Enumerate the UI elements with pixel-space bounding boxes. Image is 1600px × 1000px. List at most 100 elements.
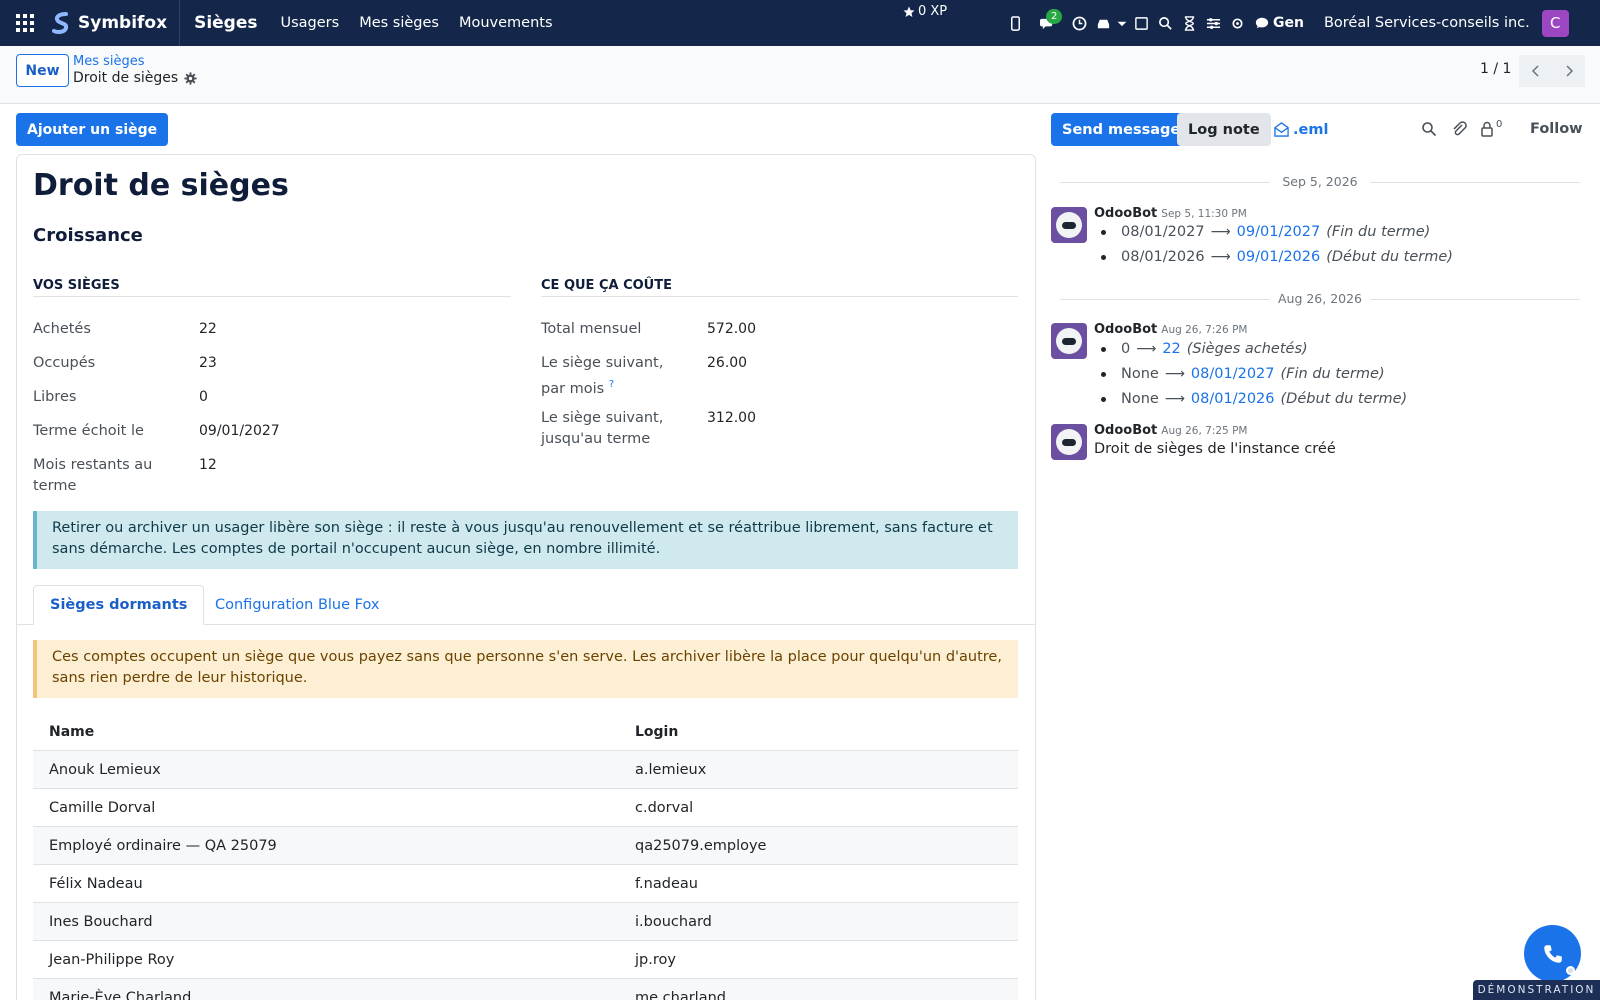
date-separator: Aug 26, 2026 [1060,291,1580,306]
mobile-icon[interactable] [1003,0,1027,46]
activity-clock-icon[interactable] [1067,0,1091,46]
table-row[interactable]: Jean-Philippe Roy jp.roy [33,941,1018,979]
eml-button[interactable]: .eml [1268,113,1334,146]
field-value-siege-par-mois: 26.00 [707,355,748,371]
cell-name: Employé ordinaire — QA 25079 [49,837,277,854]
chat-bubble-icon [1255,17,1269,29]
gear-icon[interactable] [184,71,197,85]
field-label-terme: Terme échoit le [33,423,144,439]
menu-item-mes-sieges[interactable]: Mes sièges [349,0,449,46]
cell-login: a.lemieux [635,761,707,778]
tracking-line: 0 ⟶ 22 (Sièges achetés) [1101,341,1308,357]
tracking-old: 08/01/2027 [1121,224,1205,240]
group-heading-cost: CE QUE ÇA COÛTE [541,278,1018,297]
table-row[interactable]: Ines Bouchard i.bouchard [33,903,1018,941]
menu-item-usagers[interactable]: Usagers [271,0,350,46]
breadcrumb-current: Droit de sièges [73,70,197,86]
arrow-right-icon: ⟶ [1210,224,1231,240]
xp-indicator[interactable]: 0 XP [903,4,947,19]
field-value-achetes: 22 [199,321,217,337]
tab-sieges-dormants[interactable]: Sièges dormants [33,585,205,625]
tracking-field: (Début du terme) [1326,249,1453,265]
chevron-left-icon [1531,65,1539,77]
tracking-field: (Fin du terme) [1280,366,1385,382]
table-row[interactable]: Employé ordinaire — QA 25079 qa25079.empl… [33,827,1018,865]
menu-item-mouvements[interactable]: Mouvements [449,0,563,46]
gen-label: Gen [1273,15,1304,31]
notebook-tabs: Sièges dormants Configuration Blue Fox [16,585,1036,625]
field-label-siege-jusquau-terme: Le siège suivant, jusqu'au terme [541,410,664,447]
message-author: OdooBot Aug 26, 7:25 PM [1094,423,1247,438]
cell-name: Camille Dorval [49,799,156,816]
tab-configuration-blue-fox[interactable]: Configuration Blue Fox [199,585,395,625]
user-avatar[interactable]: C [1541,9,1569,37]
status-dot [1566,966,1575,975]
table-row[interactable]: Marie-Ève Charland me.charland [33,979,1018,1000]
table-row[interactable]: Anouk Lemieux a.lemieux [33,751,1018,789]
hourglass-icon[interactable] [1177,0,1201,46]
brand[interactable]: Symbifox [50,0,181,46]
tracking-line: 08/01/2027 ⟶ 09/01/2027 (Fin du terme) [1101,224,1430,240]
top-navbar: Symbifox Sièges Usagers Mes sièges Mouve… [0,0,1600,46]
warning-alert: Ces comptes occupent un siège que vous p… [33,640,1018,698]
column-header-login[interactable]: Login [635,724,1018,740]
help-tooltip-icon[interactable]: ? [609,379,614,390]
cell-login: f.nadeau [635,875,698,892]
company-switcher[interactable]: Boréal Services-conseils inc. [1314,15,1542,31]
tracking-old: 0 [1121,341,1131,357]
gen-button[interactable]: Gen [1249,15,1314,31]
pager-previous-button[interactable] [1519,55,1552,87]
tracking-old: None [1121,391,1159,407]
search-messages-icon[interactable] [1418,118,1440,140]
systray: 2 Gen Boréal Services-conseils inc. C [1003,0,1569,46]
tracking-new: 09/01/2026 [1236,249,1321,265]
xp-value: 0 XP [918,4,948,19]
table-row[interactable]: Félix Nadeau f.nadeau [33,865,1018,903]
tracking-field: (Début du terme) [1280,391,1408,407]
demo-ribbon: DÉMONSTRATION [1473,980,1600,1000]
add-seat-button[interactable]: Ajouter un siège [16,113,169,146]
message-author: OdooBot Aug 26, 7:26 PM [1094,322,1247,337]
column-header-name[interactable]: Name [33,724,635,740]
paperclip-icon[interactable] [1448,118,1470,140]
follow-button[interactable]: Follow [1530,121,1583,137]
send-message-button[interactable]: Send message [1051,113,1192,146]
avatar [1051,424,1087,460]
message-time: Sep 5, 11:30 PM [1161,208,1247,220]
new-button[interactable]: New [16,54,69,87]
message-time: Aug 26, 7:26 PM [1161,324,1248,336]
table-body: Anouk Lemieux a.lemieux Camille Dorval c.d… [33,751,1018,1000]
field-value-siege-jusquau-terme: 312.00 [707,410,756,426]
settings-icon[interactable] [1225,0,1249,46]
author-name: OdooBot [1094,322,1158,337]
record-subtitle: Croissance [33,225,143,246]
table-row[interactable]: Camille Dorval c.dorval [33,789,1018,827]
symbifox-logo-icon [52,12,69,34]
note-icon[interactable] [1129,0,1153,46]
arrow-right-icon: ⟶ [1210,249,1231,265]
phone-icon [1543,944,1562,963]
group-heading-seats: VOS SIÈGES [33,278,511,297]
field-value-total-mensuel: 572.00 [707,321,756,337]
search-icon[interactable] [1153,0,1177,46]
sliders-icon[interactable] [1201,0,1225,46]
log-note-button[interactable]: Log note [1177,113,1271,146]
app-name[interactable]: Sièges [180,13,270,33]
table-header: Name Login [33,713,1018,751]
pager-next-button[interactable] [1552,55,1585,87]
apps-menu-icon[interactable] [0,0,50,46]
breadcrumb-parent[interactable]: Mes sièges [73,54,145,69]
messaging-icon[interactable]: 2 [1027,0,1067,46]
lock-icon[interactable] [1476,118,1498,140]
field-label-siege-par-mois: Le siège suivant, par mois ? [541,353,691,400]
tracking-new: 08/01/2026 [1190,391,1275,407]
pager-value[interactable]: 1 / 1 [1480,61,1511,77]
inbox-icon[interactable] [1091,0,1115,46]
field-value-terme: 09/01/2027 [199,423,280,439]
control-panel: New Mes sièges Droit de sièges 1 / 1 [0,46,1600,104]
caret-down-icon[interactable] [1115,0,1129,46]
arrow-right-icon: ⟶ [1164,391,1185,407]
message-body: Droit de sièges de l'instance créé [1094,441,1336,457]
envelope-open-icon [1274,122,1289,137]
field-value-occupes: 23 [199,355,217,371]
